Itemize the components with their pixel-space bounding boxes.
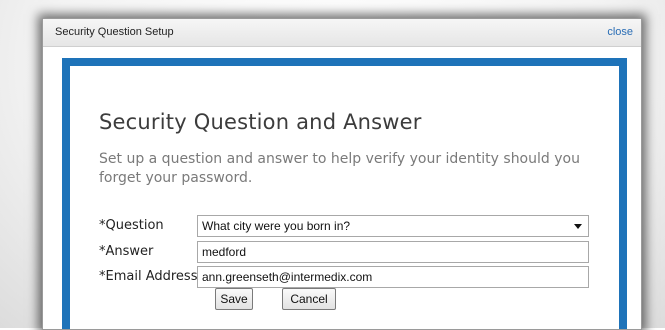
chevron-down-icon xyxy=(574,224,582,229)
dialog-title: Security Question Setup xyxy=(55,26,174,38)
save-button[interactable]: Save xyxy=(215,288,253,310)
form-intro: Set up a question and answer to help ver… xyxy=(99,151,580,186)
dialog-titlebar: Security Question Setup close xyxy=(43,19,641,47)
question-label: *Question xyxy=(99,218,164,233)
question-select[interactable]: What city were you born in? xyxy=(197,215,589,237)
email-label: *Email Address xyxy=(99,269,198,284)
cancel-button[interactable]: Cancel xyxy=(282,288,336,310)
email-input[interactable]: ann.greenseth@intermedix.com xyxy=(197,266,589,288)
answer-label: *Answer xyxy=(99,244,154,259)
security-question-dialog: Security Question Setup close Security Q… xyxy=(42,18,642,330)
form-heading: Security Question and Answer xyxy=(99,110,422,134)
content-panel: Security Question and Answer Set up a qu… xyxy=(70,66,619,329)
question-select-value: What city were you born in? xyxy=(202,219,351,233)
content-frame: Security Question and Answer Set up a qu… xyxy=(62,58,627,329)
answer-input[interactable]: medford xyxy=(197,241,589,263)
close-link[interactable]: close xyxy=(607,26,633,38)
